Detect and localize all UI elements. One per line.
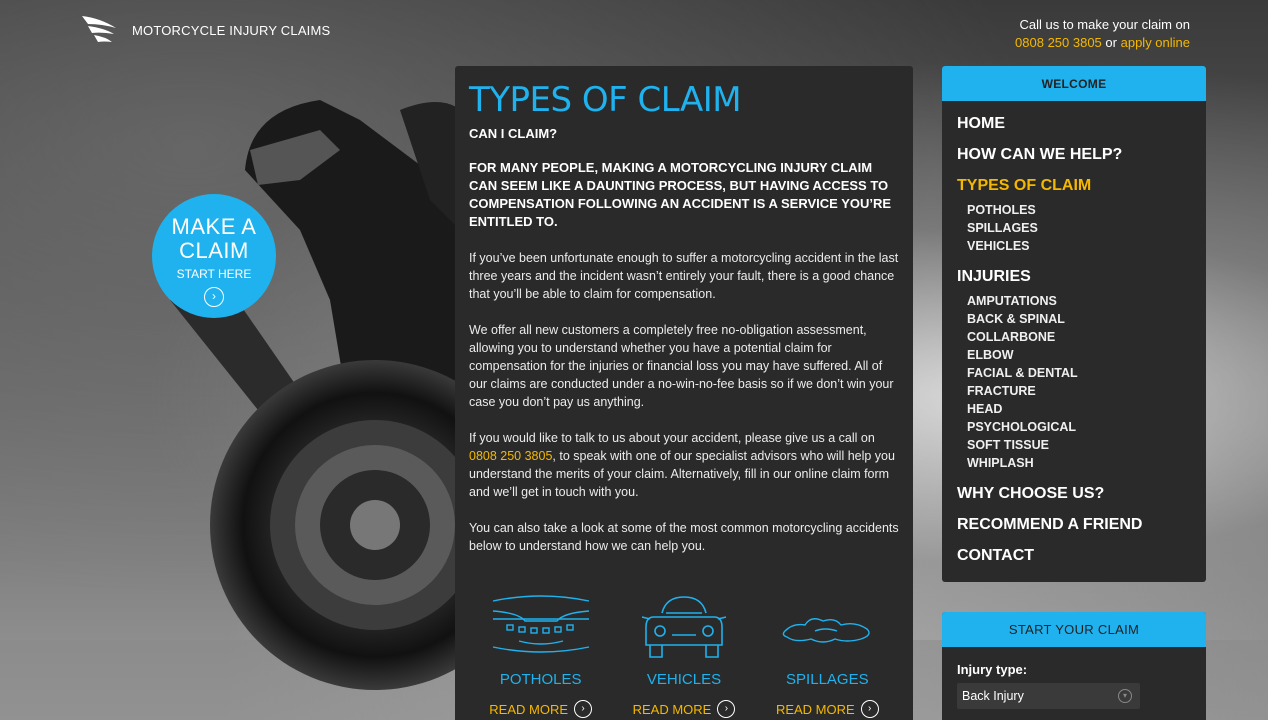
nav-subitem-psychological[interactable]: PSYCHOLOGICAL (967, 418, 1191, 436)
wing-logo-icon (82, 16, 116, 42)
car-icon (641, 596, 727, 658)
claim-type-label: VEHICLES (646, 671, 722, 688)
spillage-icon (783, 618, 870, 643)
chevron-down-icon: ▾ (1118, 689, 1132, 703)
injury-type-select[interactable]: Back Injury ▾ (957, 683, 1140, 709)
call-to-action: Call us to make your claim on 0808 250 3… (1015, 16, 1190, 52)
make-a-claim-line2: CLAIM (179, 238, 249, 263)
pothole-icon (492, 595, 589, 653)
nav-subitem-fracture[interactable]: FRACTURE (967, 382, 1191, 400)
or-text: or (1105, 35, 1117, 50)
start-claim-header: START YOUR CLAIM (942, 612, 1206, 647)
paragraph-4: You can also take a look at some of the … (469, 521, 899, 553)
injury-type-value: Back Injury (962, 689, 1024, 703)
nav-submenu-types: POTHOLES SPILLAGES VEHICLES (957, 201, 1191, 255)
read-more-label: READ MORE (775, 701, 855, 717)
sidebar-nav: HOME HOW CAN WE HELP? TYPES OF CLAIM POT… (942, 101, 1206, 579)
nav-subitem-spillages[interactable]: SPILLAGES (967, 219, 1191, 237)
nav-subitem-facial-dental[interactable]: FACIAL & DENTAL (967, 364, 1191, 382)
page-title: TYPES OF CLAIM (469, 80, 742, 120)
header-phone-link[interactable]: 0808 250 3805 (1015, 35, 1102, 50)
read-more-link[interactable]: READ MORE › (469, 700, 612, 718)
claim-type-vehicles[interactable]: VEHICLES READ MORE › (612, 591, 755, 718)
read-more-link[interactable]: READ MORE › (756, 700, 899, 718)
logo-text: MOTORCYCLE INJURY CLAIMS (132, 22, 331, 38)
read-more-link[interactable]: READ MORE › (612, 700, 755, 718)
nav-subitem-back-spinal[interactable]: BACK & SPINAL (967, 310, 1191, 328)
nav-subitem-head[interactable]: HEAD (967, 400, 1191, 418)
nav-subitem-collarbone[interactable]: COLLARBONE (967, 328, 1191, 346)
read-more-label: READ MORE (632, 701, 712, 717)
nav-subitem-soft-tissue[interactable]: SOFT TISSUE (967, 436, 1191, 454)
nav-item-home[interactable]: HOME (957, 115, 1191, 133)
nav-item-recommend-a-friend[interactable]: RECOMMEND A FRIEND (957, 516, 1191, 534)
nav-subitem-whiplash[interactable]: WHIPLASH (967, 454, 1191, 472)
chevron-right-icon: › (860, 700, 879, 718)
chevron-right-icon: › (574, 700, 593, 718)
main-content-panel: TYPES OF CLAIM CAN I CLAIM? FOR MANY PEO… (455, 66, 913, 720)
nav-item-why-choose-us[interactable]: WHY CHOOSE US? (957, 485, 1191, 503)
claim-type-label: SPILLAGES (786, 671, 869, 688)
nav-subitem-vehicles[interactable]: VEHICLES (967, 237, 1191, 255)
make-a-claim-button[interactable]: MAKE A CLAIM START HERE › (152, 194, 276, 318)
nav-item-contact[interactable]: CONTACT (957, 547, 1191, 565)
read-more-label: READ MORE (489, 701, 569, 717)
nav-subitem-elbow[interactable]: ELBOW (967, 346, 1191, 364)
claim-type-spillages[interactable]: SPILLAGES READ MORE › (756, 591, 899, 718)
site-logo[interactable]: MOTORCYCLE INJURY CLAIMS (80, 14, 330, 46)
start-claim-panel: START YOUR CLAIM Injury type: Back Injur… (942, 612, 1206, 720)
sidebar-nav-panel: WELCOME HOME HOW CAN WE HELP? TYPES OF C… (942, 66, 1206, 582)
paragraph-1: If you’ve been unfortunate enough to suf… (469, 251, 899, 301)
nav-item-types-of-claim[interactable]: TYPES OF CLAIM (957, 177, 1191, 195)
lead-paragraph: FOR MANY PEOPLE, MAKING A MOTORCYCLING I… (469, 160, 892, 229)
claim-types-list: POTHOLES READ MORE › VEHICLES READ MORE › (469, 591, 899, 718)
paragraph-3: If you would like to talk to us about yo… (469, 429, 899, 501)
chevron-right-icon: › (204, 287, 224, 307)
make-a-claim-line1: MAKE A (171, 214, 257, 239)
start-here-label: START HERE (176, 267, 252, 281)
body-phone-link[interactable]: 0808 250 3805 (469, 449, 552, 463)
paragraph-2: We offer all new customers a completely … (469, 323, 894, 409)
nav-item-how-can-we-help[interactable]: HOW CAN WE HELP? (957, 146, 1191, 164)
nav-subitem-potholes[interactable]: POTHOLES (967, 201, 1191, 219)
paragraph-3-start: If you would like to talk to us about yo… (469, 431, 875, 445)
sidebar-header: WELCOME (942, 66, 1206, 101)
nav-item-injuries[interactable]: INJURIES (957, 268, 1191, 286)
nav-submenu-injuries: AMPUTATIONS BACK & SPINAL COLLARBONE ELB… (957, 292, 1191, 472)
apply-online-link[interactable]: apply online (1121, 35, 1190, 50)
section-subtitle: CAN I CLAIM? (469, 126, 558, 141)
claim-type-label: POTHOLES (499, 671, 582, 688)
injury-type-label: Injury type: (957, 662, 1028, 677)
nav-subitem-amputations[interactable]: AMPUTATIONS (967, 292, 1191, 310)
call-text: Call us to make your claim on (1019, 17, 1190, 32)
chevron-right-icon: › (717, 700, 736, 718)
claim-type-potholes[interactable]: POTHOLES READ MORE › (469, 591, 612, 718)
